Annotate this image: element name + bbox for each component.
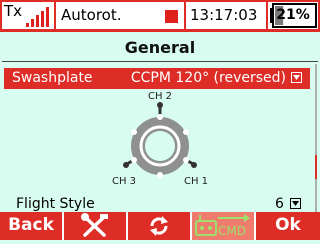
- ok-button-label: Ok: [275, 215, 301, 235]
- signal-strength-icon: [26, 7, 49, 27]
- back-button[interactable]: Back: [0, 212, 62, 240]
- cmd-label: CMD: [218, 224, 246, 238]
- ch2-label: CH 2: [148, 91, 172, 102]
- stop-icon: [165, 10, 178, 23]
- status-bar: Tx Autorot. 13:17:03 21%: [0, 0, 320, 32]
- swashplate-label: Swashplate: [12, 70, 93, 86]
- flight-style-value: 6: [275, 196, 284, 212]
- servo-ball-ch2: [157, 102, 163, 108]
- mount-point: [131, 129, 137, 135]
- title-divider: [2, 61, 318, 62]
- mount-point: [157, 114, 163, 120]
- clock-time: 13:17:03: [190, 6, 258, 24]
- mount-point: [183, 129, 189, 135]
- servo-ball-ch1: [191, 162, 197, 168]
- swashplate-center: [145, 131, 175, 161]
- refresh-button[interactable]: [128, 212, 190, 240]
- tools-icon: [81, 213, 108, 237]
- refresh-icon: [150, 216, 168, 236]
- ch3-label: CH 3: [112, 176, 136, 187]
- tx-signal-indicator: Tx: [2, 2, 54, 29]
- timer-widget[interactable]: Autorot.: [56, 2, 184, 29]
- clock-widget: 13:17:03: [186, 2, 266, 29]
- back-button-label: Back: [8, 215, 54, 235]
- swashplate-diagram: CH 2 CH 3 CH 1: [112, 91, 208, 187]
- mount-point: [183, 157, 189, 163]
- timer-label: Autorot.: [61, 6, 122, 24]
- bottom-bar: Back CMD Ok: [0, 212, 320, 240]
- tools-button[interactable]: [64, 212, 126, 240]
- chevron-down-icon[interactable]: [290, 198, 301, 209]
- mount-point: [131, 157, 137, 163]
- scrollbar-thumb[interactable]: [315, 155, 317, 179]
- servo-ball-ch3: [123, 162, 129, 168]
- battery-indicator: 21%: [268, 2, 318, 29]
- ch1-label: CH 1: [184, 176, 208, 187]
- battery-percent: 21%: [276, 7, 310, 23]
- ok-button[interactable]: Ok: [256, 212, 320, 240]
- swashplate-value: CCPM 120° (reversed): [130, 70, 286, 86]
- mount-point: [157, 172, 163, 178]
- cmd-button[interactable]: CMD: [192, 212, 254, 240]
- page-title: General: [124, 38, 196, 57]
- flight-style-label: Flight Style: [16, 196, 95, 212]
- scrollbar-track[interactable]: [315, 64, 317, 212]
- tx-label: Tx: [4, 2, 23, 20]
- chevron-down-icon[interactable]: [291, 72, 302, 83]
